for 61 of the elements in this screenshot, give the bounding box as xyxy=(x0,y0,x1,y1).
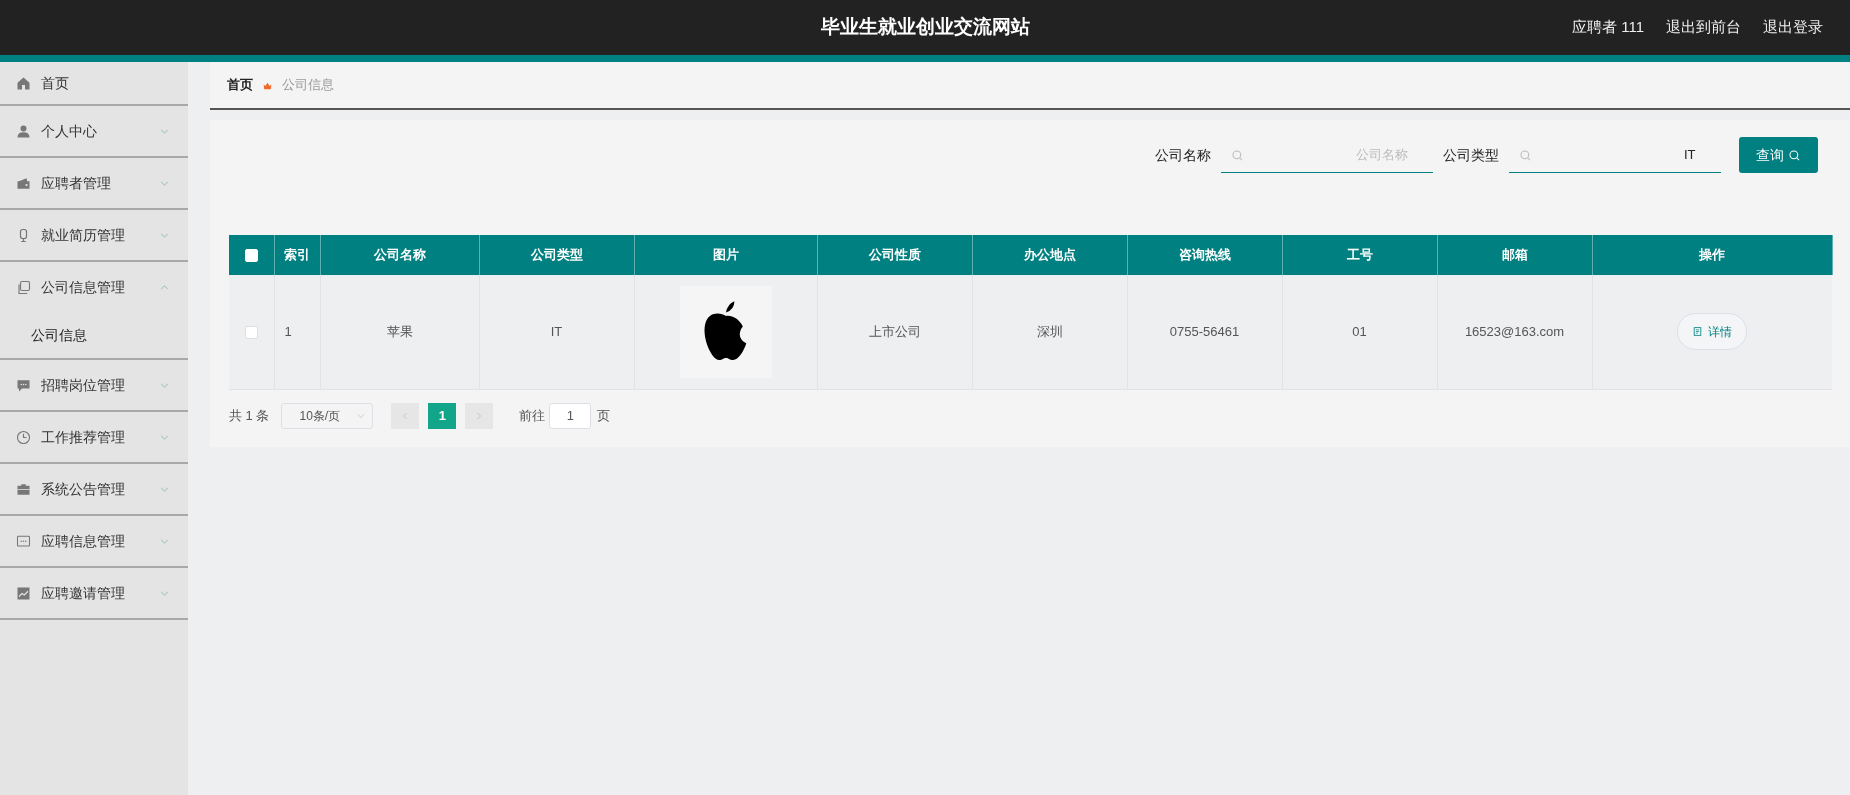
column-header: 公司名称 xyxy=(373,247,426,263)
sidebar-menu-item[interactable]: 工作推荐管理 xyxy=(0,412,188,462)
page-size-select[interactable]: 10条/页 xyxy=(281,402,374,429)
sidebar-menu-item[interactable]: 个人中心 xyxy=(0,106,188,156)
sidebar-menu-item[interactable]: 系统公告管理 xyxy=(0,464,188,514)
table-cell: IT xyxy=(550,324,563,339)
column-header: 工号 xyxy=(1346,247,1373,263)
sidebar-menu-item[interactable]: 就业简历管理 xyxy=(0,210,188,260)
checkbox[interactable] xyxy=(244,326,258,340)
search-icon xyxy=(1518,149,1532,162)
sidebar-menu-item[interactable]: 公司信息管理 xyxy=(0,262,188,312)
briefcase-icon xyxy=(16,481,31,497)
sidebar-menu-item[interactable]: 招聘岗位管理 xyxy=(0,360,188,410)
header-link[interactable]: 退出到前台 xyxy=(1666,16,1741,39)
sidebar-submenu-item[interactable]: 公司信息 xyxy=(0,312,188,358)
chart-icon xyxy=(16,585,31,601)
search-button[interactable]: 查询 xyxy=(1738,137,1818,173)
detail-button[interactable]: 详情 xyxy=(1677,313,1748,351)
page-input[interactable]: 1 xyxy=(549,402,592,429)
table-cell: 16523@163.com xyxy=(1464,324,1565,339)
field-label: 公司类型 xyxy=(1442,145,1499,165)
column-header: 图片 xyxy=(712,247,739,263)
table-cell: 01 xyxy=(1352,324,1367,339)
total-count: 共 1 条 xyxy=(229,406,270,425)
user-icon xyxy=(16,123,31,139)
table-cell: 0755-56461 xyxy=(1169,324,1240,339)
column-header: 索引 xyxy=(284,247,310,263)
home-icon xyxy=(16,75,31,91)
clock-icon xyxy=(16,429,31,445)
header-link[interactable]: 应聘者 111 xyxy=(1572,16,1644,39)
chat-icon xyxy=(16,377,31,393)
search-icon xyxy=(1230,149,1244,162)
column-header: 公司类型 xyxy=(530,247,583,263)
column-header: 咨询热线 xyxy=(1178,247,1231,263)
sidebar-menu-item[interactable]: 应聘信息管理 xyxy=(0,516,188,566)
breadcrumb-item[interactable]: 首页 xyxy=(227,75,253,95)
table-cell: 深圳 xyxy=(1036,324,1063,339)
field-label: 公司名称 xyxy=(1154,145,1211,165)
table-cell: 上市公司 xyxy=(868,324,921,339)
sidebar-menu-item[interactable]: 首页 xyxy=(0,62,188,104)
header-link[interactable]: 退出登录 xyxy=(1763,16,1823,39)
search-field[interactable]: IT xyxy=(1508,137,1721,173)
document-icon xyxy=(1692,326,1704,338)
column-header: 办公地点 xyxy=(1023,247,1076,263)
breadcrumb-item: 公司信息 xyxy=(282,76,334,95)
column-header: 邮箱 xyxy=(1501,247,1528,263)
goto-suffix: 页 xyxy=(597,406,611,425)
search-icon xyxy=(1787,148,1801,162)
column-header: 公司性质 xyxy=(868,247,921,263)
goto-label: 前往 xyxy=(519,406,546,425)
table-cell: 苹果 xyxy=(386,324,413,339)
column-header: 操作 xyxy=(1699,247,1725,263)
next-page-button[interactable] xyxy=(465,402,494,429)
message-icon xyxy=(16,533,31,549)
wallet-icon xyxy=(16,175,31,191)
table-cell: 1 xyxy=(284,324,292,339)
copy-icon xyxy=(16,279,31,295)
sidebar-menu-item[interactable]: 应聘者管理 xyxy=(0,158,188,208)
previous-page-button[interactable] xyxy=(391,402,420,429)
site-title: 毕业生就业创业交流网站 xyxy=(820,15,1030,40)
sidebar-menu-item[interactable]: 应聘邀请管理 xyxy=(0,568,188,618)
